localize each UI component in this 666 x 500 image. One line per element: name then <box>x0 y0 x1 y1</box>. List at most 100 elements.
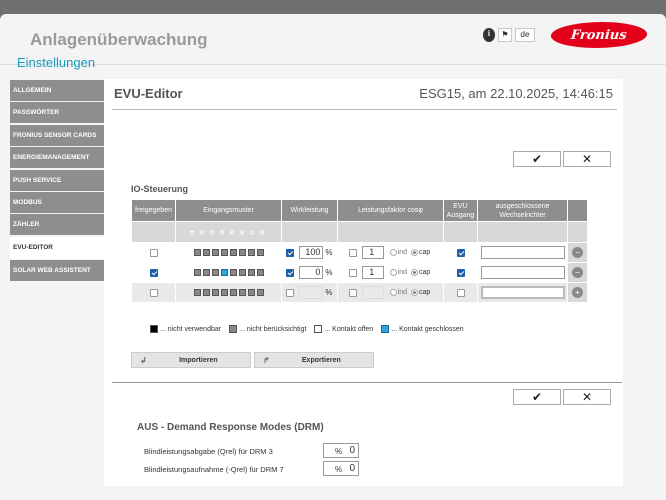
top-action-buttons: ✔ ✕ <box>513 151 611 167</box>
input-pattern-bit[interactable] <box>220 269 228 276</box>
input-pattern-bit[interactable] <box>211 289 219 296</box>
input-pattern-bit[interactable] <box>229 249 237 256</box>
wirkleistung-input[interactable]: 0 <box>299 266 324 279</box>
input-pattern-bit[interactable] <box>202 269 210 276</box>
editor-panel: EVU-Editor ESG15, am 22.10.2025, 14:46:1… <box>104 79 623 486</box>
drm-row2-unit: % <box>335 465 343 474</box>
sidebar-item-push-service[interactable]: PUSH SERVICE <box>10 169 104 191</box>
col-ausgeschlossen: ausgeschlossene Wechselrichter <box>477 199 568 222</box>
excluded-inverters-input[interactable] <box>480 266 565 279</box>
flag-icon[interactable]: ⚑ <box>498 28 512 42</box>
drm-row2-label: Blindleistungsaufnahme (-Qrel) für DRM 7 <box>144 465 284 474</box>
language-button[interactable]: de <box>515 28 535 42</box>
input-pattern-bit[interactable] <box>193 269 201 276</box>
enable-checkbox[interactable] <box>149 248 158 257</box>
confirm-button-2[interactable]: ✔ <box>513 389 561 405</box>
input-pattern-bit[interactable] <box>256 249 264 256</box>
input-pattern-bit[interactable] <box>247 269 255 276</box>
input-labels: I1 I2 I3 I4 I5 I6 I7 I8 <box>176 230 281 235</box>
legend-item: ... Kontakt geschlossen <box>381 325 464 333</box>
legend-swatch <box>150 325 158 333</box>
header-controls: i ⚑ de <box>483 28 535 42</box>
ind-label: ind <box>397 249 407 256</box>
excluded-inverters-input[interactable] <box>480 246 565 259</box>
io-row: 0% 1 ind cap − <box>131 262 588 283</box>
remove-row-button[interactable]: − <box>572 267 583 278</box>
input-pattern-bit[interactable] <box>220 249 228 256</box>
evu-checkbox[interactable] <box>456 248 465 257</box>
sidebar-item-zaehler[interactable]: ZÄHLER <box>10 214 104 236</box>
import-button[interactable]: ↲ Importieren <box>131 352 251 368</box>
cancel-button[interactable]: ✕ <box>563 151 611 167</box>
legend-item: ... nicht verwendbar <box>150 325 221 333</box>
pf-input[interactable] <box>361 286 384 299</box>
input-pattern-bit[interactable] <box>238 249 246 256</box>
input-pattern-bit[interactable] <box>229 269 237 276</box>
legend-swatch <box>381 325 390 333</box>
input-pattern-bit[interactable] <box>238 269 246 276</box>
info-icon[interactable]: i <box>483 28 495 42</box>
pf-checkbox[interactable] <box>348 268 357 277</box>
remove-row-button[interactable]: − <box>572 247 583 258</box>
ind-radio[interactable] <box>389 249 397 256</box>
input-pattern-bit[interactable] <box>220 289 228 296</box>
legend-item: ... Kontakt offen <box>314 325 373 333</box>
import-icon: ↲ <box>140 355 147 365</box>
input-pattern-bit[interactable] <box>247 249 255 256</box>
input-pattern-bit[interactable] <box>256 269 264 276</box>
ind-label: ind <box>397 269 407 276</box>
sidebar-item-passwoerter[interactable]: PASSWÖRTER <box>10 102 104 124</box>
wirkleistung-checkbox[interactable] <box>286 248 295 257</box>
evu-checkbox[interactable] <box>456 268 465 277</box>
input-pattern-bit[interactable] <box>193 289 201 296</box>
input-pattern-bit[interactable] <box>247 289 255 296</box>
sidebar-item-evu-editor[interactable]: EVU-EDITOR <box>10 236 110 259</box>
pf-input[interactable]: 1 <box>361 246 384 259</box>
add-row-button[interactable]: + <box>572 287 583 298</box>
enable-checkbox[interactable] <box>149 288 158 297</box>
ind-radio[interactable] <box>389 269 397 276</box>
wirkleistung-input[interactable] <box>299 286 324 299</box>
confirm-button[interactable]: ✔ <box>513 151 561 167</box>
cap-radio[interactable] <box>410 289 418 296</box>
io-table: freigegeben Eingangsmuster Wirkleistung … <box>131 199 588 303</box>
input-label: I8 <box>260 229 266 235</box>
input-pattern-bit[interactable] <box>238 289 246 296</box>
input-pattern-bit[interactable] <box>211 249 219 256</box>
title-divider <box>112 109 617 110</box>
logo-text: Fronius <box>570 27 628 43</box>
sidebar-item-solar-web-assistent[interactable]: SOLAR WEB ASSISTENT <box>10 260 104 282</box>
col-eingangsmuster: Eingangsmuster <box>175 199 282 222</box>
evu-checkbox[interactable] <box>456 288 465 297</box>
input-pattern <box>176 269 281 276</box>
ind-radio[interactable] <box>389 289 397 296</box>
wirkleistung-input[interactable]: 100 <box>299 246 324 259</box>
input-pattern-bit[interactable] <box>193 249 201 256</box>
wirkleistung-checkbox[interactable] <box>286 288 295 297</box>
sidebar-item-energiemanagement[interactable]: ENERGIEMANAGEMENT <box>10 147 104 169</box>
sidebar-item-sensor-cards[interactable]: FRONIUS SENSOR CARDS <box>10 124 104 146</box>
pf-input[interactable]: 1 <box>361 266 384 279</box>
excluded-inverters-input[interactable] <box>480 286 565 299</box>
cap-radio[interactable] <box>410 269 418 276</box>
wirkleistung-unit: % <box>325 248 333 257</box>
pf-checkbox[interactable] <box>348 248 357 257</box>
cap-radio[interactable] <box>410 249 418 256</box>
input-pattern-bit[interactable] <box>256 289 264 296</box>
export-button[interactable]: ↱ Exportieren <box>254 352 374 368</box>
sidebar-item-modbus[interactable]: MODBUS <box>10 191 104 213</box>
input-pattern-bit[interactable] <box>202 249 210 256</box>
cancel-button-2[interactable]: ✕ <box>563 389 611 405</box>
section-divider <box>112 382 622 383</box>
enable-checkbox[interactable] <box>149 268 158 277</box>
wirkleistung-checkbox[interactable] <box>286 268 295 277</box>
input-label: I7 <box>250 229 256 235</box>
pf-checkbox[interactable] <box>348 288 357 297</box>
input-pattern-bit[interactable] <box>229 289 237 296</box>
legend-swatch <box>229 325 238 333</box>
sidebar-item-allgemein[interactable]: ALLGEMEIN <box>10 80 104 101</box>
legend: ... nicht verwendbar ... nicht berücksic… <box>150 325 472 333</box>
io-header-row: freigegeben Eingangsmuster Wirkleistung … <box>131 199 588 222</box>
input-pattern-bit[interactable] <box>202 289 210 296</box>
input-pattern-bit[interactable] <box>211 269 219 276</box>
